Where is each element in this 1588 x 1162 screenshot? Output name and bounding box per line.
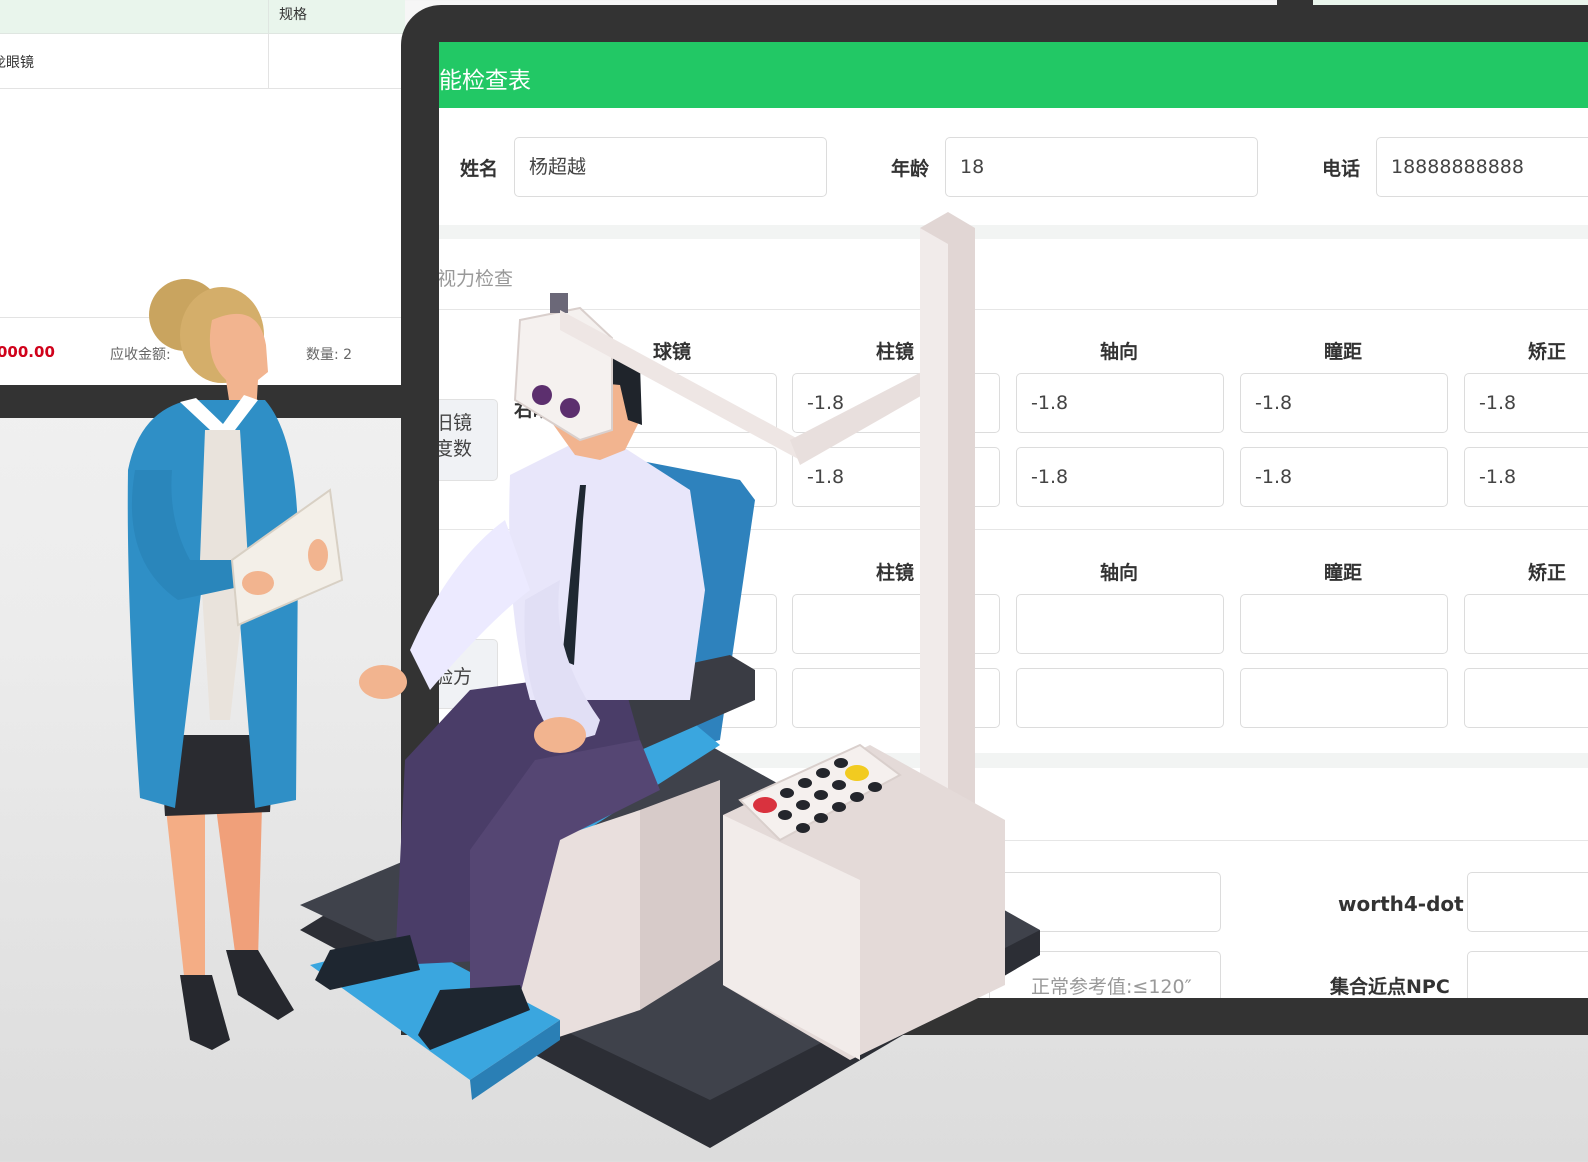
old-sphere-input-2[interactable] xyxy=(569,447,777,507)
prescription-tag: 验方 xyxy=(439,639,498,709)
normal-reference-hint: 正常参考值:≤120″ xyxy=(1031,976,1192,998)
npc-label: 集合近点NPC xyxy=(1330,976,1450,998)
old-glasses-label-2: 度数 xyxy=(439,438,473,460)
rx-corrected-input-1[interactable] xyxy=(1464,594,1588,654)
man-hand-left xyxy=(359,665,407,699)
divider xyxy=(439,840,1588,841)
phone-input[interactable]: 18888888888 xyxy=(1376,137,1588,197)
worth-4-dot-input[interactable] xyxy=(1467,872,1588,932)
order-footer: 000.00 应收金额: 数量: 2 xyxy=(0,317,405,385)
woman-hand-2 xyxy=(308,539,328,571)
age-label: 年龄 xyxy=(891,158,930,180)
rx-corrected-input-2[interactable] xyxy=(1464,668,1588,728)
woman-shoe-right xyxy=(226,950,294,1020)
exam-form-screen: 能检查表 姓名 杨超越 年龄 18 电话 18888888888 视力检查 球镜… xyxy=(439,42,1588,998)
old-glasses-tag: 旧镜 度数 xyxy=(439,399,498,481)
section-title: 视力检查 xyxy=(439,268,514,290)
old-pd-input-1[interactable]: -1.8 xyxy=(1240,373,1448,433)
old-pd-input-2[interactable]: -1.8 xyxy=(1240,447,1448,507)
woman-leg-left xyxy=(165,800,205,985)
divider xyxy=(439,529,1588,530)
col-axis-2: 轴向 xyxy=(1100,562,1139,584)
divider xyxy=(439,309,1588,310)
npc-input[interactable] xyxy=(1467,951,1588,998)
old-sphere-input-1[interactable] xyxy=(569,373,777,433)
col-axis: 轴向 xyxy=(1100,341,1139,363)
old-cyl-input-1[interactable]: -1.8 xyxy=(792,373,1000,433)
rx-axis-input-1[interactable] xyxy=(1016,594,1224,654)
woman-leg-right xyxy=(215,800,262,960)
binocular-input-1[interactable] xyxy=(989,872,1221,932)
total-amount: 000.00 xyxy=(0,343,55,361)
old-axis-input-1[interactable]: -1.8 xyxy=(1016,373,1224,433)
rx-sphere-input-2[interactable] xyxy=(569,668,777,728)
form-title-bar: 能检查表 xyxy=(439,42,1588,108)
column-divider xyxy=(268,0,269,34)
col-sphere: 球镜 xyxy=(653,341,692,363)
rx-cyl-input-1[interactable] xyxy=(792,594,1000,654)
col-corrected: 矫正 xyxy=(1528,341,1567,363)
col-cylinder-2: 柱镜 xyxy=(876,562,915,584)
quantity-label: 数量: 2 xyxy=(306,347,353,363)
form-title: 能检查表 xyxy=(439,68,531,94)
col-corrected-2: 矫正 xyxy=(1528,562,1567,584)
patient-info-panel: 姓名 杨超越 年龄 18 电话 18888888888 xyxy=(439,108,1588,225)
col-pd-2: 瞳距 xyxy=(1324,562,1363,584)
old-cyl-input-2[interactable]: -1.8 xyxy=(792,447,1000,507)
window-border xyxy=(0,385,405,418)
old-glasses-label-1: 旧镜 xyxy=(439,412,473,434)
woman-shoe-left xyxy=(180,975,230,1050)
rx-cyl-input-2[interactable] xyxy=(792,668,1000,728)
column-divider xyxy=(268,34,269,89)
order-table-header: 规格 xyxy=(0,0,405,34)
col-pd: 瞳距 xyxy=(1324,341,1363,363)
rx-axis-input-2[interactable] xyxy=(1016,668,1224,728)
woman-coat xyxy=(127,400,299,808)
receivable-label: 应收金额: xyxy=(110,347,171,363)
item-name: 龙眼镜 xyxy=(0,55,34,71)
spec-column-header: 规格 xyxy=(279,7,307,23)
age-input[interactable]: 18 xyxy=(945,137,1258,197)
clipboard xyxy=(230,488,344,627)
woman-arm xyxy=(131,470,248,600)
rx-sphere-input-1[interactable] xyxy=(569,594,777,654)
rx-pd-input-1[interactable] xyxy=(1240,594,1448,654)
binocular-panel: worth4-dot 正常参考值:≤120″ 集合近点NPC xyxy=(439,768,1588,998)
col-cylinder: 柱镜 xyxy=(876,341,915,363)
right-eye-label: 右眼 xyxy=(514,399,553,421)
rx-pd-input-2[interactable] xyxy=(1240,668,1448,728)
woman-skirt xyxy=(160,735,275,816)
prescription-label: 验方 xyxy=(439,666,473,688)
woman-blouse xyxy=(200,430,248,720)
worth-4-dot-label: worth4-dot xyxy=(1338,892,1464,916)
table-row[interactable]: 龙眼镜 xyxy=(0,34,405,89)
name-label: 姓名 xyxy=(460,158,499,180)
name-input[interactable]: 杨超越 xyxy=(514,137,827,197)
vision-exam-panel: 视力检查 球镜 柱镜 轴向 瞳距 矫正 旧镜 度数 右眼 -1.8 -1.8 -… xyxy=(439,239,1588,753)
woman-hand xyxy=(242,571,274,595)
phone-label: 电话 xyxy=(1322,158,1361,180)
old-axis-input-2[interactable]: -1.8 xyxy=(1016,447,1224,507)
old-corrected-input-1[interactable]: -1.8 xyxy=(1464,373,1588,433)
order-window: 规格 龙眼镜 000.00 应收金额: 数量: 2 xyxy=(0,0,405,385)
old-corrected-input-2[interactable]: -1.8 xyxy=(1464,447,1588,507)
